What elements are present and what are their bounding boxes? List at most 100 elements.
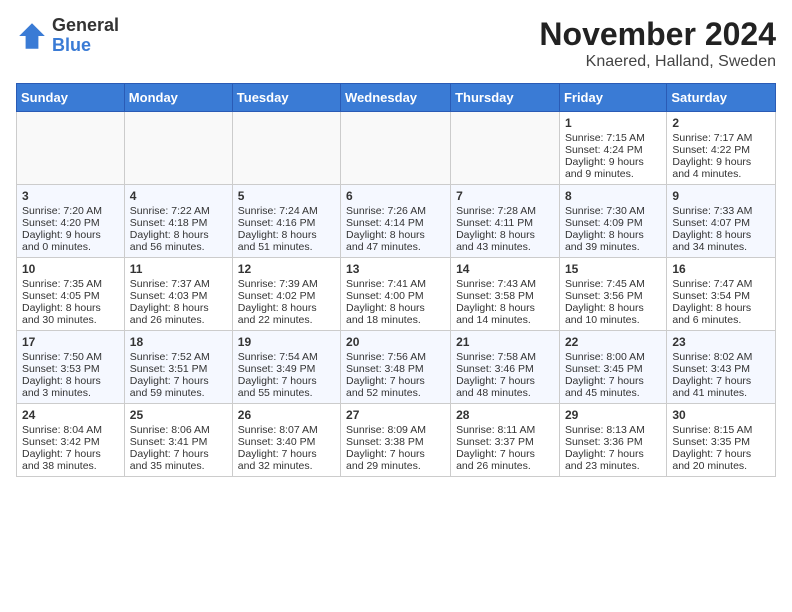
calendar-cell: 28Sunrise: 8:11 AMSunset: 3:37 PMDayligh… — [451, 404, 560, 477]
day-info: Sunset: 4:18 PM — [130, 217, 227, 229]
day-info: Daylight: 9 hours and 4 minutes. — [672, 156, 770, 180]
day-info: Sunset: 4:11 PM — [456, 217, 554, 229]
day-number: 7 — [456, 189, 554, 203]
calendar-cell: 15Sunrise: 7:45 AMSunset: 3:56 PMDayligh… — [559, 258, 666, 331]
day-number: 16 — [672, 262, 770, 276]
logo-blue: Blue — [52, 36, 119, 56]
day-info: Sunrise: 7:45 AM — [565, 278, 661, 290]
day-info: Sunset: 3:53 PM — [22, 363, 119, 375]
day-info: Daylight: 9 hours and 9 minutes. — [565, 156, 661, 180]
day-info: Daylight: 7 hours and 48 minutes. — [456, 375, 554, 399]
week-row-2: 3Sunrise: 7:20 AMSunset: 4:20 PMDaylight… — [17, 185, 776, 258]
day-info: Daylight: 8 hours and 3 minutes. — [22, 375, 119, 399]
calendar-cell: 5Sunrise: 7:24 AMSunset: 4:16 PMDaylight… — [232, 185, 340, 258]
day-info: Sunrise: 7:41 AM — [346, 278, 445, 290]
day-info: Sunset: 3:49 PM — [238, 363, 335, 375]
day-info: Sunrise: 8:15 AM — [672, 424, 770, 436]
calendar-cell: 3Sunrise: 7:20 AMSunset: 4:20 PMDaylight… — [17, 185, 125, 258]
logo-text: General Blue — [52, 16, 119, 56]
day-info: Daylight: 7 hours and 41 minutes. — [672, 375, 770, 399]
day-info: Sunset: 4:24 PM — [565, 144, 661, 156]
day-number: 29 — [565, 408, 661, 422]
day-info: Daylight: 7 hours and 38 minutes. — [22, 448, 119, 472]
calendar-cell: 19Sunrise: 7:54 AMSunset: 3:49 PMDayligh… — [232, 331, 340, 404]
day-info: Daylight: 8 hours and 43 minutes. — [456, 229, 554, 253]
day-number: 9 — [672, 189, 770, 203]
week-row-5: 24Sunrise: 8:04 AMSunset: 3:42 PMDayligh… — [17, 404, 776, 477]
day-info: Sunset: 3:40 PM — [238, 436, 335, 448]
calendar-cell: 12Sunrise: 7:39 AMSunset: 4:02 PMDayligh… — [232, 258, 340, 331]
calendar-cell: 9Sunrise: 7:33 AMSunset: 4:07 PMDaylight… — [667, 185, 776, 258]
day-info: Sunset: 4:09 PM — [565, 217, 661, 229]
calendar-cell — [451, 112, 560, 185]
day-info: Sunrise: 8:11 AM — [456, 424, 554, 436]
day-header-tuesday: Tuesday — [232, 84, 340, 112]
day-info: Sunrise: 8:00 AM — [565, 351, 661, 363]
day-info: Daylight: 8 hours and 22 minutes. — [238, 302, 335, 326]
day-number: 22 — [565, 335, 661, 349]
calendar-cell: 27Sunrise: 8:09 AMSunset: 3:38 PMDayligh… — [341, 404, 451, 477]
day-info: Daylight: 7 hours and 26 minutes. — [456, 448, 554, 472]
calendar-cell: 2 Sunrise: 7:17 AMSunset: 4:22 PMDaylight… — [667, 112, 776, 185]
calendar-cell: 20Sunrise: 7:56 AMSunset: 3:48 PMDayligh… — [341, 331, 451, 404]
calendar-cell: 11Sunrise: 7:37 AMSunset: 4:03 PMDayligh… — [124, 258, 232, 331]
day-info: Sunrise: 7:58 AM — [456, 351, 554, 363]
day-number: 6 — [346, 189, 445, 203]
day-info: Sunrise: 7:22 AM — [130, 205, 227, 217]
day-info: Sunrise: 7:39 AM — [238, 278, 335, 290]
calendar-cell: 10Sunrise: 7:35 AMSunset: 4:05 PMDayligh… — [17, 258, 125, 331]
day-info: Daylight: 8 hours and 18 minutes. — [346, 302, 445, 326]
calendar-cell — [232, 112, 340, 185]
day-info: Daylight: 8 hours and 39 minutes. — [565, 229, 661, 253]
day-number: 23 — [672, 335, 770, 349]
day-info: Sunrise: 7:33 AM — [672, 205, 770, 217]
day-header-monday: Monday — [124, 84, 232, 112]
calendar-cell: 21Sunrise: 7:58 AMSunset: 3:46 PMDayligh… — [451, 331, 560, 404]
day-info: Sunrise: 7:54 AM — [238, 351, 335, 363]
day-header-wednesday: Wednesday — [341, 84, 451, 112]
day-info: Sunset: 3:46 PM — [456, 363, 554, 375]
day-info: Daylight: 8 hours and 30 minutes. — [22, 302, 119, 326]
day-info: Sunrise: 7:52 AM — [130, 351, 227, 363]
day-number: 19 — [238, 335, 335, 349]
calendar-cell: 13Sunrise: 7:41 AMSunset: 4:00 PMDayligh… — [341, 258, 451, 331]
day-info: Daylight: 8 hours and 6 minutes. — [672, 302, 770, 326]
calendar-cell: 23Sunrise: 8:02 AMSunset: 3:43 PMDayligh… — [667, 331, 776, 404]
calendar-cell — [17, 112, 125, 185]
day-number: 10 — [22, 262, 119, 276]
calendar-cell: 22Sunrise: 8:00 AMSunset: 3:45 PMDayligh… — [559, 331, 666, 404]
day-number: 17 — [22, 335, 119, 349]
day-info: Daylight: 8 hours and 51 minutes. — [238, 229, 335, 253]
calendar-cell: 17Sunrise: 7:50 AMSunset: 3:53 PMDayligh… — [17, 331, 125, 404]
day-info: Daylight: 9 hours and 0 minutes. — [22, 229, 119, 253]
calendar-cell: 26Sunrise: 8:07 AMSunset: 3:40 PMDayligh… — [232, 404, 340, 477]
week-row-3: 10Sunrise: 7:35 AMSunset: 4:05 PMDayligh… — [17, 258, 776, 331]
day-info: Sunrise: 8:06 AM — [130, 424, 227, 436]
calendar-cell: 1Sunrise: 7:15 AMSunset: 4:24 PMDaylight… — [559, 112, 666, 185]
day-info: Sunset: 3:56 PM — [565, 290, 661, 302]
day-header-saturday: Saturday — [667, 84, 776, 112]
day-info: Sunset: 3:42 PM — [22, 436, 119, 448]
day-number: 26 — [238, 408, 335, 422]
day-info: Sunset: 3:38 PM — [346, 436, 445, 448]
calendar-cell: 30Sunrise: 8:15 AMSunset: 3:35 PMDayligh… — [667, 404, 776, 477]
day-number: 27 — [346, 408, 445, 422]
day-info: Sunset: 4:22 PM — [672, 144, 770, 156]
day-info: Sunrise: 8:04 AM — [22, 424, 119, 436]
calendar-cell: 18Sunrise: 7:52 AMSunset: 3:51 PMDayligh… — [124, 331, 232, 404]
day-info: Sunset: 3:48 PM — [346, 363, 445, 375]
calendar-cell: 6Sunrise: 7:26 AMSunset: 4:14 PMDaylight… — [341, 185, 451, 258]
day-number: 24 — [22, 408, 119, 422]
calendar-table: SundayMondayTuesdayWednesdayThursdayFrid… — [16, 83, 776, 477]
day-info: Sunset: 4:16 PM — [238, 217, 335, 229]
day-info: Sunset: 4:05 PM — [22, 290, 119, 302]
day-info: Sunrise: 7:17 AM — [672, 132, 770, 144]
day-info: Sunrise: 7:28 AM — [456, 205, 554, 217]
day-number: 2 — [672, 116, 770, 130]
calendar-cell — [341, 112, 451, 185]
day-number: 5 — [238, 189, 335, 203]
day-info: Sunrise: 7:37 AM — [130, 278, 227, 290]
week-row-1: 1Sunrise: 7:15 AMSunset: 4:24 PMDaylight… — [17, 112, 776, 185]
day-number: 14 — [456, 262, 554, 276]
day-info: Daylight: 7 hours and 45 minutes. — [565, 375, 661, 399]
